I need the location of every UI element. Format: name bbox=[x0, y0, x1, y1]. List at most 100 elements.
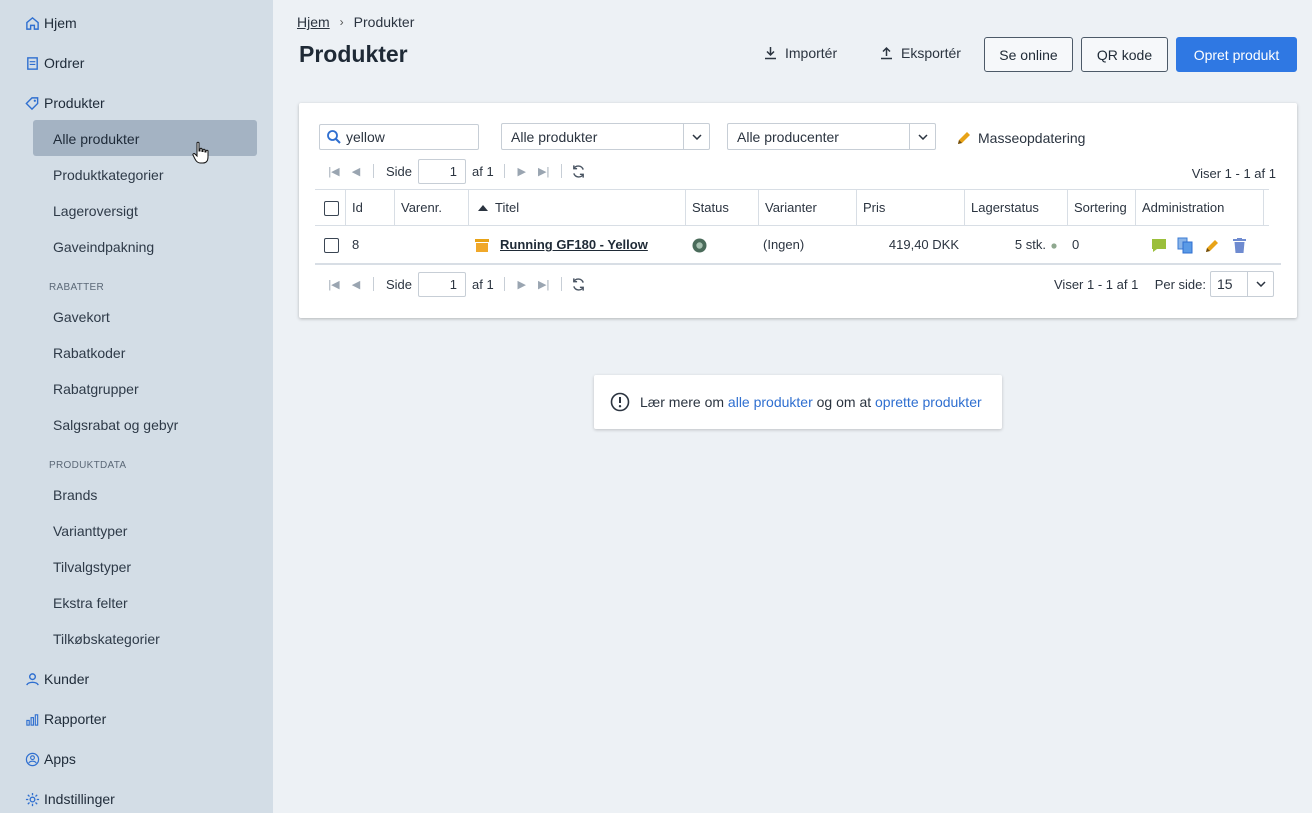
sidebar-item-produktkategorier[interactable]: Produktkategorier bbox=[53, 165, 164, 185]
per-page-control: Per side: 15 bbox=[1155, 271, 1274, 297]
se-online-button[interactable]: Se online bbox=[984, 37, 1073, 72]
showing-count-top: Viser 1 - 1 af 1 bbox=[1191, 166, 1276, 181]
page-input[interactable]: 1 bbox=[418, 271, 467, 297]
col-varianter[interactable]: Varianter bbox=[759, 190, 857, 226]
page-input[interactable]: 1 bbox=[418, 158, 467, 184]
mass-update-button[interactable]: Masseopdatering bbox=[956, 130, 1085, 146]
pager-bottom: |◀ ◀ Side 1 af 1 ▶ ▶| bbox=[323, 271, 590, 297]
sidebar-item-kunder[interactable]: Kunder bbox=[24, 668, 89, 690]
sidebar-item-lageroversigt[interactable]: Lageroversigt bbox=[53, 201, 138, 221]
sidebar-item-produkter[interactable]: Produkter bbox=[24, 92, 105, 114]
sidebar-item-apps[interactable]: Apps bbox=[24, 748, 76, 770]
create-product-button[interactable]: Opret produkt bbox=[1176, 37, 1297, 72]
qr-code-button[interactable]: QR kode bbox=[1081, 37, 1168, 72]
sidebar-item-hjem[interactable]: Hjem bbox=[24, 12, 77, 34]
trash-icon[interactable] bbox=[1233, 238, 1246, 253]
info-box: Lær mere om alle produkter og om at opre… bbox=[594, 375, 1002, 429]
sidebar-item-ekstra-felter[interactable]: Ekstra felter bbox=[53, 593, 128, 613]
row-stock: 5 stk. bbox=[1014, 237, 1046, 252]
sidebar-item-gaveindpakning[interactable]: Gaveindpakning bbox=[53, 237, 154, 257]
sidebar-item-varianttyper[interactable]: Varianttyper bbox=[53, 521, 127, 541]
search-value: yellow bbox=[346, 129, 385, 145]
sidebar-item-label: Produkter bbox=[44, 95, 105, 111]
copy-icon[interactable] bbox=[1177, 237, 1193, 254]
manufacturer-filter-select[interactable]: Alle producenter bbox=[727, 123, 936, 150]
next-page-icon[interactable]: ▶ bbox=[511, 276, 533, 292]
edit-pencil-icon[interactable] bbox=[1204, 238, 1220, 254]
prev-page-icon[interactable]: ◀ bbox=[345, 276, 367, 292]
sidebar-item-rabatkoder[interactable]: Rabatkoder bbox=[53, 343, 125, 363]
chevron-down-icon bbox=[909, 124, 935, 149]
row-price: 419,40 DKK bbox=[888, 237, 959, 252]
page-of-label: af 1 bbox=[472, 276, 494, 292]
col-titel-label: Titel bbox=[495, 200, 520, 215]
sidebar-item-ordrer[interactable]: Ordrer bbox=[24, 52, 84, 74]
sidebar-item-indstillinger[interactable]: Indstillinger bbox=[24, 788, 115, 810]
row-checkbox[interactable] bbox=[324, 238, 339, 253]
col-id[interactable]: Id bbox=[346, 190, 395, 226]
per-page-label: Per side: bbox=[1154, 276, 1206, 292]
import-label: Importér bbox=[785, 45, 838, 61]
pager-top: |◀ ◀ Side 1 af 1 ▶ ▶| bbox=[323, 158, 590, 184]
breadcrumb-home-link[interactable]: Hjem bbox=[297, 14, 330, 30]
import-button[interactable]: Importér bbox=[764, 45, 837, 61]
select-all-checkbox[interactable] bbox=[324, 201, 339, 216]
last-page-icon[interactable]: ▶| bbox=[533, 163, 555, 179]
first-page-icon[interactable]: |◀ bbox=[323, 276, 345, 292]
product-filter-select[interactable]: Alle produkter bbox=[501, 123, 710, 150]
sidebar-item-brands[interactable]: Brands bbox=[53, 485, 97, 505]
row-id: 8 bbox=[352, 237, 360, 252]
col-lagerstatus[interactable]: Lagerstatus bbox=[965, 190, 1068, 226]
last-page-icon[interactable]: ▶| bbox=[533, 276, 555, 292]
sidebar-item-salgsrabat[interactable]: Salgsrabat og gebyr bbox=[53, 415, 178, 435]
search-input[interactable]: yellow bbox=[319, 124, 479, 150]
sidebar-item-label: Ordrer bbox=[44, 55, 85, 71]
info-middle: og om at bbox=[816, 394, 872, 410]
manufacturer-filter-value: Alle producenter bbox=[737, 128, 839, 145]
col-status[interactable]: Status bbox=[686, 190, 759, 226]
export-button[interactable]: Eksportér bbox=[880, 45, 961, 61]
sidebar-item-label: Apps bbox=[44, 751, 76, 767]
sidebar-item-tilvalgstyper[interactable]: Tilvalgstyper bbox=[53, 557, 131, 577]
per-page-value: 15 bbox=[1217, 276, 1233, 292]
pager-divider bbox=[373, 164, 374, 178]
product-title-link[interactable]: Running GF180 - Yellow bbox=[500, 226, 648, 264]
search-icon bbox=[327, 130, 341, 144]
sidebar-item-gavekort[interactable]: Gavekort bbox=[53, 307, 110, 327]
mass-update-label: Masseopdatering bbox=[978, 130, 1086, 146]
table-row[interactable]: 8 Running GF180 - Yellow (Ingen) 419,40 … bbox=[315, 226, 1281, 265]
tag-icon bbox=[24, 95, 40, 111]
next-page-icon[interactable]: ▶ bbox=[511, 163, 533, 179]
comment-icon[interactable] bbox=[1151, 238, 1167, 253]
sidebar-item-label: Rapporter bbox=[44, 711, 107, 727]
pager-divider bbox=[503, 277, 505, 291]
first-page-icon[interactable]: |◀ bbox=[323, 163, 345, 179]
prev-page-icon[interactable]: ◀ bbox=[345, 163, 367, 179]
sidebar-item-rapporter[interactable]: Rapporter bbox=[24, 708, 106, 730]
sort-asc-icon bbox=[478, 205, 488, 211]
product-filter-value: Alle produkter bbox=[511, 128, 598, 145]
col-titel[interactable]: Titel bbox=[469, 190, 686, 226]
chart-icon bbox=[24, 711, 40, 727]
create-products-link[interactable]: oprette produkter bbox=[875, 394, 982, 410]
download-icon bbox=[765, 47, 776, 60]
per-page-select[interactable]: 15 bbox=[1210, 271, 1274, 297]
upload-icon bbox=[881, 46, 892, 60]
sidebar-item-label: Kunder bbox=[44, 671, 90, 687]
info-alert-icon bbox=[610, 392, 630, 412]
sidebar-item-rabatgrupper[interactable]: Rabatgrupper bbox=[53, 379, 139, 399]
breadcrumb: Hjem › Produkter bbox=[297, 14, 414, 30]
sidebar-item-alle-produkter[interactable]: Alle produkter bbox=[53, 129, 139, 149]
page-label: Side bbox=[386, 163, 413, 179]
col-sortering[interactable]: Sortering bbox=[1068, 190, 1136, 226]
sidebar-group-produktdata: PRODUKTDATA bbox=[49, 460, 127, 471]
all-products-link[interactable]: alle produkter bbox=[728, 394, 813, 410]
col-pris[interactable]: Pris bbox=[857, 190, 965, 226]
sidebar-item-tilkobskategorier[interactable]: Tilkøbskategorier bbox=[53, 629, 160, 649]
pager-divider bbox=[560, 277, 562, 291]
col-varenr[interactable]: Varenr. bbox=[395, 190, 469, 226]
apps-icon bbox=[24, 751, 40, 767]
page-of-label: af 1 bbox=[472, 163, 494, 179]
refresh-icon[interactable] bbox=[568, 276, 590, 292]
refresh-icon[interactable] bbox=[568, 163, 590, 179]
